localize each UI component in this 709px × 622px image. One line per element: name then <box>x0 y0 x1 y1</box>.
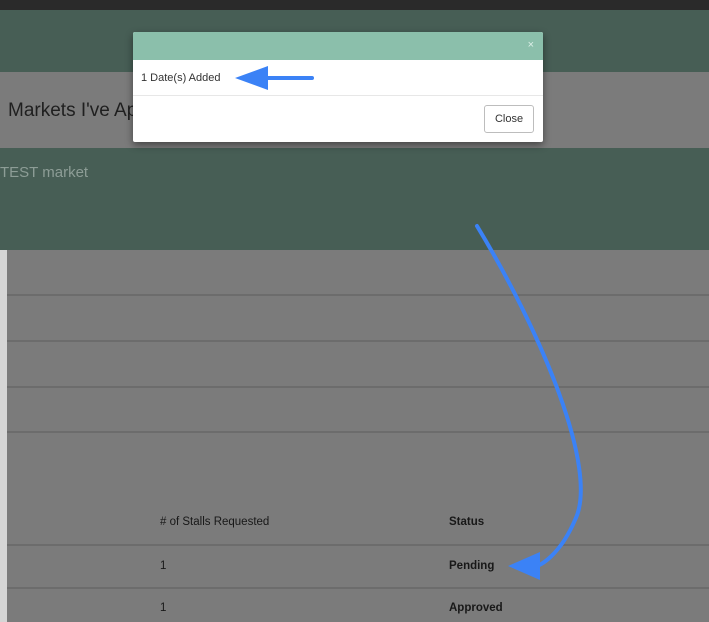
curved-arrow-line <box>475 224 583 568</box>
arrow-head-icon <box>235 66 268 90</box>
arrow-head-icon <box>508 552 540 580</box>
screenshot-frame: Markets I've Ap TEST market # of Stalls … <box>0 0 709 622</box>
annotation-arrows <box>235 66 583 580</box>
